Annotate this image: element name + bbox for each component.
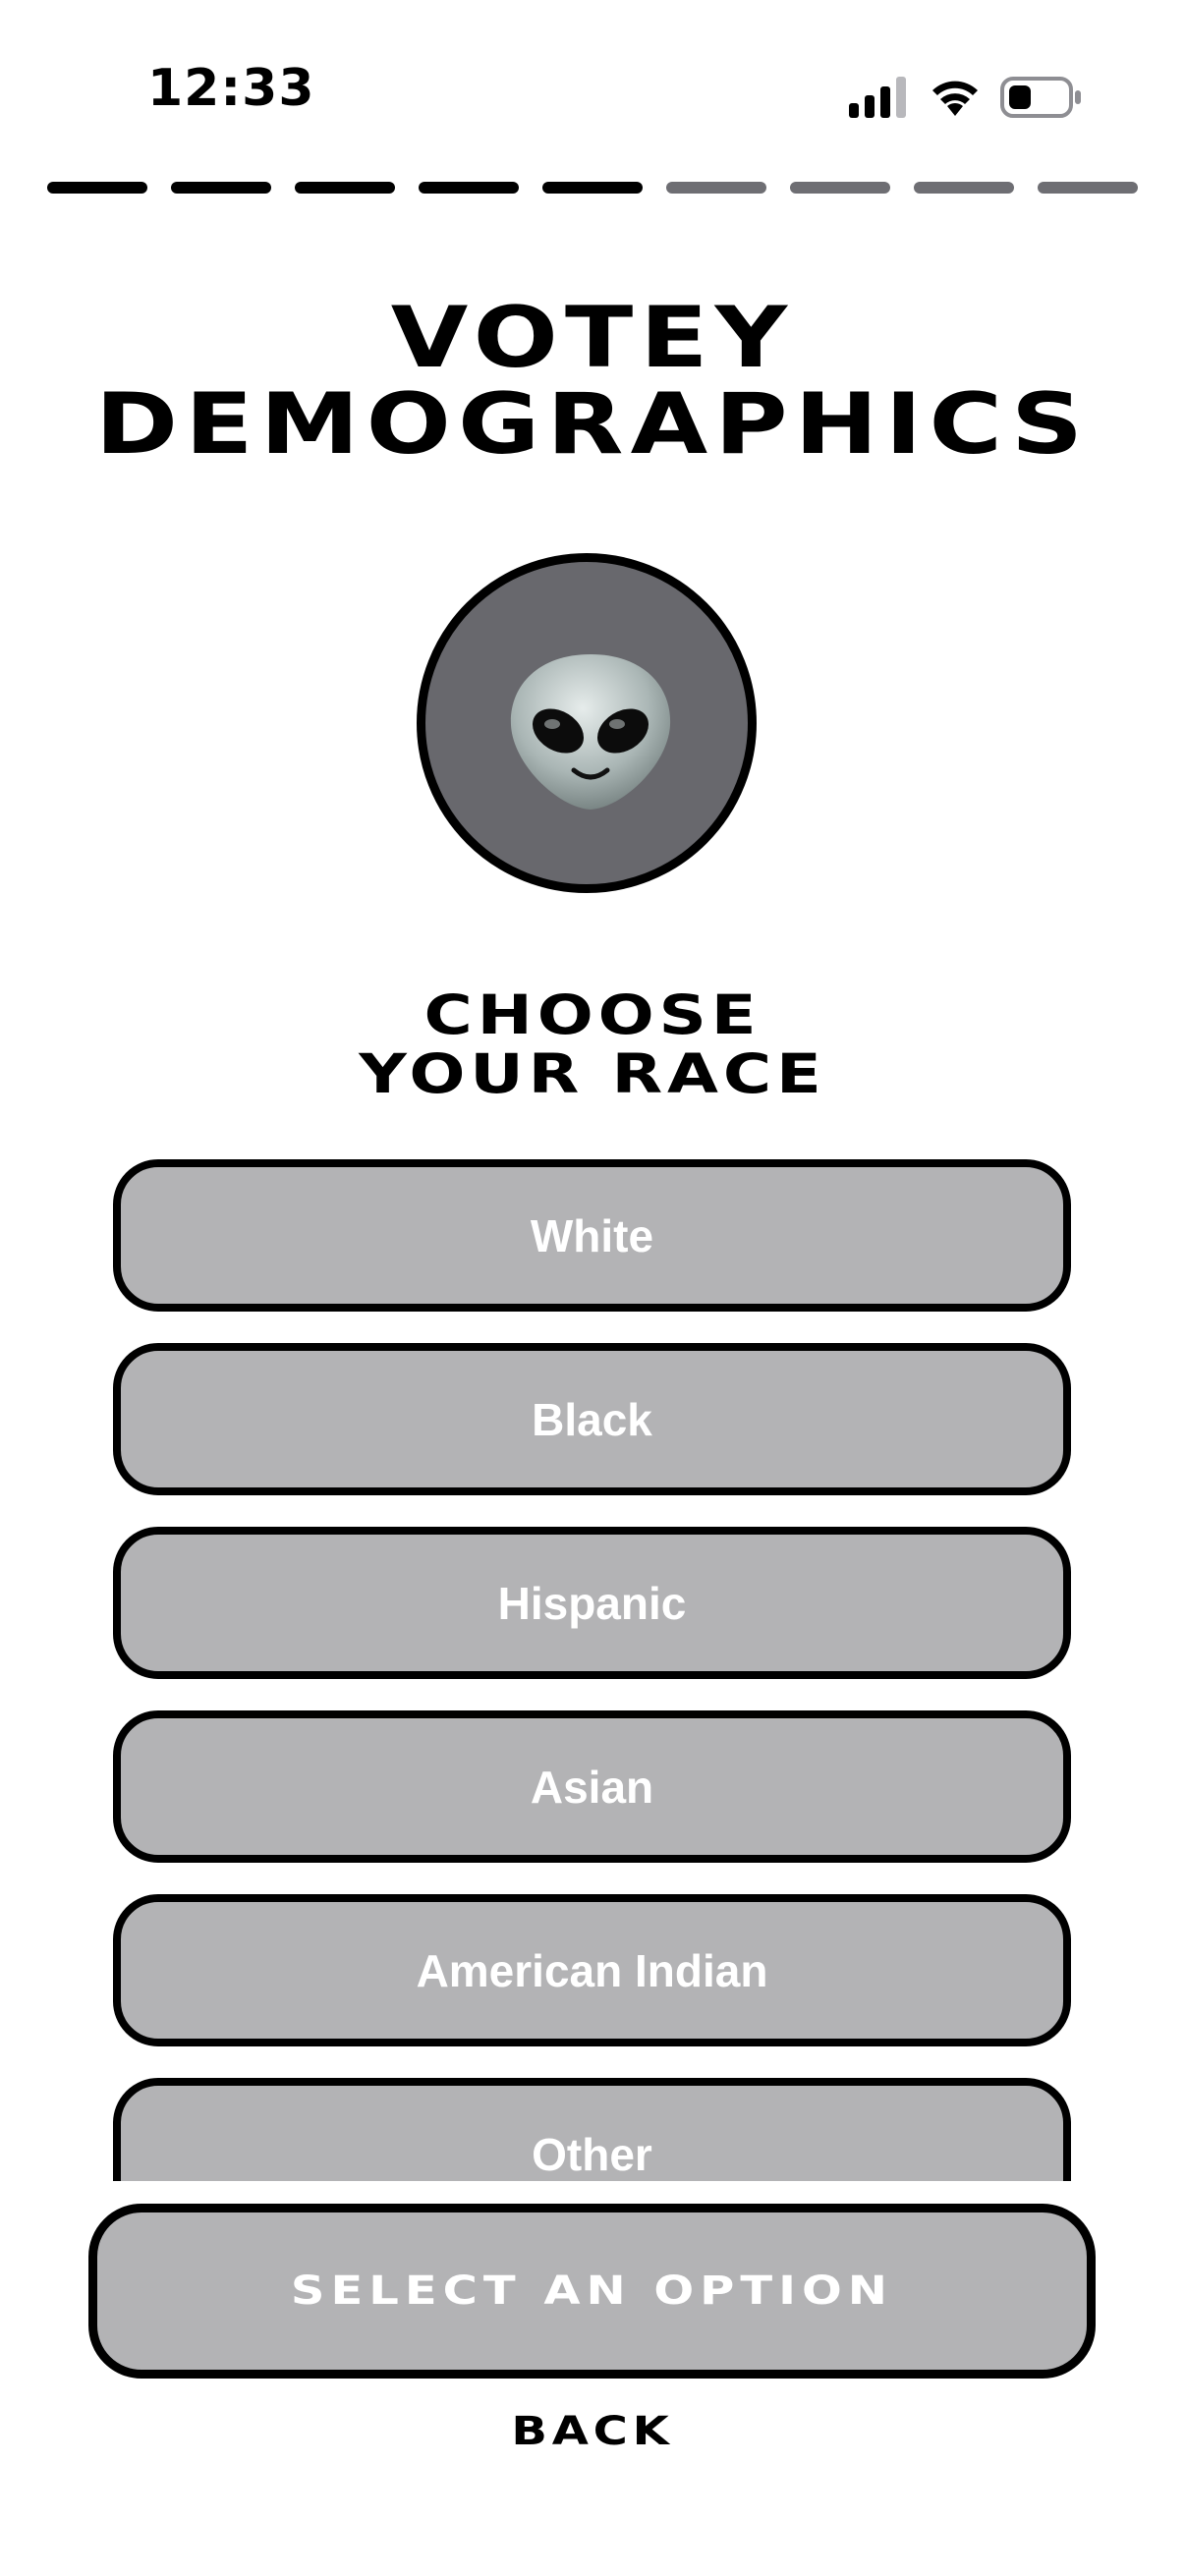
option-button[interactable]: White — [113, 1159, 1071, 1312]
page-title: VOTEY DEMOGRAPHICS — [0, 295, 1185, 468]
select-option-button[interactable]: SELECT AN OPTION — [88, 2204, 1096, 2379]
signal-icon — [849, 77, 906, 118]
progress-segment — [542, 182, 643, 194]
option-button[interactable]: American Indian — [113, 1894, 1071, 2046]
progress-segment — [914, 182, 1014, 194]
wifi-icon — [932, 81, 978, 116]
prompt-line-2: YOUR RACE — [359, 1042, 826, 1105]
progress-bar — [47, 182, 1138, 194]
option-label: American Indian — [416, 1944, 768, 1996]
option-label: Black — [532, 1393, 652, 1445]
option-button[interactable]: Black — [113, 1343, 1071, 1495]
alien-icon — [510, 654, 671, 810]
progress-segment — [790, 182, 890, 194]
avatar — [417, 553, 757, 893]
option-label: White — [530, 1209, 654, 1261]
option-label: Other — [532, 2128, 652, 2180]
back-link-wrapper: BACK — [0, 2409, 1185, 2454]
progress-segment — [47, 182, 147, 194]
select-button-label: SELECT AN OPTION — [290, 2268, 894, 2314]
prompt-line-1: CHOOSE — [423, 983, 762, 1046]
option-label: Asian — [530, 1761, 654, 1813]
progress-segment — [171, 182, 271, 194]
option-label: Hispanic — [497, 1577, 687, 1629]
battery-icon — [1000, 77, 1081, 118]
status-time: 12:33 — [147, 59, 315, 118]
back-link[interactable]: BACK — [511, 2409, 673, 2454]
title-line-1: VOTEY — [390, 289, 795, 387]
progress-segment — [295, 182, 395, 194]
option-button[interactable]: Asian — [113, 1710, 1071, 1863]
option-button[interactable]: Hispanic — [113, 1527, 1071, 1679]
title-line-2: DEMOGRAPHICS — [94, 375, 1091, 474]
question-prompt: CHOOSE YOUR RACE — [0, 985, 1185, 1103]
progress-segment — [419, 182, 519, 194]
progress-segment — [666, 182, 766, 194]
options-list[interactable]: White Black Hispanic Asian American Indian Ot… — [0, 1159, 1185, 2181]
progress-segment — [1038, 182, 1138, 194]
status-bar: 12:33 — [0, 0, 1185, 177]
option-button[interactable]: Other — [113, 2078, 1071, 2181]
